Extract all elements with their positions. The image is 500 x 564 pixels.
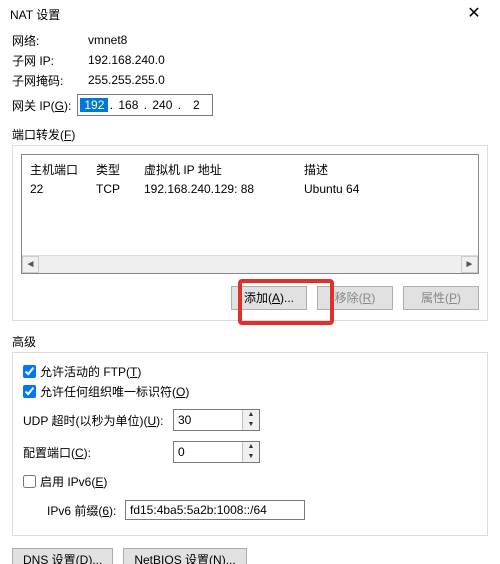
gateway-row: 网关 IP(G): 192 . 168 . 240 . 2 xyxy=(12,94,488,116)
window-title: NAT 设置 xyxy=(10,6,454,23)
udp-timeout-label: UDP 超时(以秒为单位)(U): xyxy=(23,412,173,429)
cell-vm: 192.168.240.129: 88 xyxy=(144,182,304,196)
ipv6-prefix-input[interactable] xyxy=(125,500,305,520)
content-area: 网络: vmnet8 子网 IP: 192.168.240.0 子网掩码: 25… xyxy=(0,28,500,564)
scroll-left-icon[interactable]: ◄ xyxy=(22,256,39,273)
portfwd-buttons: 添加(A)... 移除(R) 属性(P) xyxy=(21,286,479,310)
portfwd-panel: 主机端口 类型 虚拟机 IP 地址 描述 22 TCP 192.168.240.… xyxy=(12,145,488,321)
allow-ftp-checkbox[interactable] xyxy=(23,365,36,378)
ip-octet-1[interactable]: 192 xyxy=(80,98,108,112)
udp-timeout-stepper[interactable]: ▲ ▼ xyxy=(173,409,260,431)
titlebar: NAT 设置 ✕ xyxy=(0,0,500,28)
cfgport-row: 配置端口(C): ▲ ▼ xyxy=(23,439,477,465)
mask-value: 255.255.255.0 xyxy=(88,73,165,87)
gateway-ip-field[interactable]: 192 . 168 . 240 . 2 xyxy=(77,94,213,116)
advanced-title: 高级 xyxy=(12,333,488,350)
cell-type: TCP xyxy=(96,182,144,196)
scroll-right-icon[interactable]: ► xyxy=(461,256,478,273)
allow-oui-row: 允许任何组织唯一标识符(O) xyxy=(23,381,477,401)
cell-desc: Ubuntu 64 xyxy=(304,182,470,196)
col-vm: 虚拟机 IP 地址 xyxy=(144,161,304,178)
mask-label: 子网掩码: xyxy=(12,72,88,89)
gateway-label: 网关 IP(G): xyxy=(12,97,71,114)
allow-ftp-row: 允许活动的 FTP(T) xyxy=(23,361,477,381)
spin-down-icon[interactable]: ▼ xyxy=(243,452,259,462)
ipv6-enable-checkbox[interactable] xyxy=(23,475,36,488)
ip-octet-2[interactable]: 168 xyxy=(114,98,142,112)
add-button[interactable]: 添加(A)... xyxy=(231,286,307,310)
udp-timeout-input[interactable] xyxy=(174,410,242,430)
spin-up-icon[interactable]: ▲ xyxy=(243,410,259,420)
cfgport-input[interactable] xyxy=(174,442,242,462)
advanced-panel: 允许活动的 FTP(T) 允许任何组织唯一标识符(O) UDP 超时(以秒为单位… xyxy=(12,352,488,536)
portfwd-header: 主机端口 类型 虚拟机 IP 地址 描述 xyxy=(30,159,470,179)
ipv6-enable-row: 启用 IPv6(E) xyxy=(23,471,477,491)
properties-button[interactable]: 属性(P) xyxy=(403,286,479,310)
ipv6-prefix-row: IPv6 前缀(6): xyxy=(23,497,477,523)
ipv6-enable-label: 启用 IPv6(E) xyxy=(40,473,107,490)
remove-button[interactable]: 移除(R) xyxy=(317,286,393,310)
cfgport-stepper[interactable]: ▲ ▼ xyxy=(173,441,260,463)
cell-host: 22 xyxy=(30,182,96,196)
hscrollbar[interactable]: ◄ ► xyxy=(22,255,478,273)
allow-oui-label: 允许任何组织唯一标识符(O) xyxy=(40,383,189,400)
netbios-settings-button[interactable]: NetBIOS 设置(N)... xyxy=(123,548,246,564)
cfgport-label: 配置端口(C): xyxy=(23,444,173,461)
mask-row: 子网掩码: 255.255.255.0 xyxy=(12,70,488,90)
portfwd-title: 端口转发(F) xyxy=(12,126,488,143)
subnet-value: 192.168.240.0 xyxy=(88,53,165,67)
subnet-row: 子网 IP: 192.168.240.0 xyxy=(12,50,488,70)
nat-settings-window: NAT 设置 ✕ 网络: vmnet8 子网 IP: 192.168.240.0… xyxy=(0,0,500,564)
network-value: vmnet8 xyxy=(88,33,127,47)
col-type: 类型 xyxy=(96,161,144,178)
ip-octet-3[interactable]: 240 xyxy=(148,98,176,112)
col-desc: 描述 xyxy=(304,161,470,178)
ip-octet-4[interactable]: 2 xyxy=(182,98,210,112)
extra-buttons: DNS 设置(D)... NetBIOS 设置(N)... xyxy=(12,548,488,564)
dns-settings-button[interactable]: DNS 设置(D)... xyxy=(12,548,113,564)
allow-oui-checkbox[interactable] xyxy=(23,385,36,398)
ipv6-prefix-label: IPv6 前缀(6): xyxy=(47,502,125,519)
col-host: 主机端口 xyxy=(30,161,96,178)
close-icon[interactable]: ✕ xyxy=(454,0,494,28)
network-row: 网络: vmnet8 xyxy=(12,30,488,50)
table-row[interactable]: 22 TCP 192.168.240.129: 88 Ubuntu 64 xyxy=(30,179,470,199)
subnet-label: 子网 IP: xyxy=(12,52,88,69)
spin-up-icon[interactable]: ▲ xyxy=(243,442,259,452)
udp-timeout-row: UDP 超时(以秒为单位)(U): ▲ ▼ xyxy=(23,407,477,433)
spin-down-icon[interactable]: ▼ xyxy=(243,420,259,430)
portfwd-list[interactable]: 主机端口 类型 虚拟机 IP 地址 描述 22 TCP 192.168.240.… xyxy=(21,154,479,274)
scroll-track[interactable] xyxy=(39,256,461,273)
allow-ftp-label: 允许活动的 FTP(T) xyxy=(40,363,141,380)
network-label: 网络: xyxy=(12,32,88,49)
